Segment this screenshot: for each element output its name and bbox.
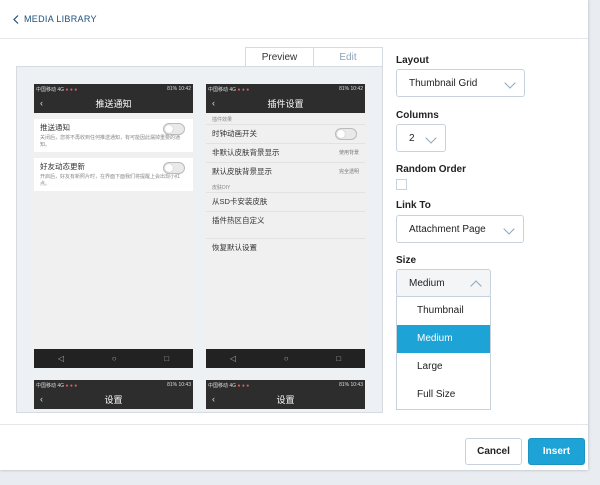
back-arrow-icon: ‹ (40, 98, 43, 108)
size-option-full-size[interactable]: Full Size (397, 381, 490, 409)
size-option-thumbnail[interactable]: Thumbnail (397, 297, 490, 325)
media-modal: MEDIA LIBRARY Preview Edit 中国移动 4G ● ● ●… (0, 0, 588, 470)
status-bar: 中国移动 4G ● ● ● 81% 10:43 (34, 380, 193, 390)
layout-label: Layout (396, 55, 429, 66)
size-option-large[interactable]: Large (397, 353, 490, 381)
gallery-image[interactable]: 中国移动 4G ● ● ● 81% 10:42 ‹ 推送通知 推送通知 关闭后，… (34, 84, 193, 368)
screen-title: 设置 (104, 395, 123, 405)
list-item: 从SD卡安装皮肤 (206, 192, 365, 211)
toggle-switch (163, 162, 185, 174)
gallery-image[interactable]: 中国移动 4G ● ● ● 81% 10:43 ‹ 设置 (34, 380, 193, 412)
chevron-up-icon (470, 280, 482, 292)
chevron-left-icon (13, 14, 19, 24)
modal-header: MEDIA LIBRARY (0, 0, 588, 39)
random-order-label: Random Order (396, 164, 467, 175)
link-to-select[interactable]: Attachment Page (396, 215, 524, 243)
back-arrow-icon: ‹ (40, 394, 43, 404)
columns-label: Columns (396, 110, 439, 121)
status-bar: 中国移动 4G ● ● ● 81% 10:43 (206, 380, 365, 390)
setting-row: 推送通知 关闭后，您将不再收到任何推送通知，有可能因此漏掉重要的通知。 (34, 119, 193, 152)
setting-row: 好友动态更新 开启后，好友有新照片时，在界面下面我们将提醒上会出现小红点。 (34, 158, 193, 191)
columns-value: 2 (409, 132, 415, 144)
link-to-value: Attachment Page (409, 223, 486, 235)
back-arrow-icon: ‹ (212, 98, 215, 108)
back-label: MEDIA LIBRARY (24, 14, 97, 24)
gallery-preview: 中国移动 4G ● ● ● 81% 10:42 ‹ 推送通知 推送通知 关闭后，… (16, 66, 383, 413)
screen-title-bar: ‹ 推送通知 (34, 94, 193, 113)
columns-select[interactable]: 2 (396, 124, 446, 152)
size-dropdown: Thumbnail Medium Large Full Size (396, 296, 491, 410)
status-bar: 中国移动 4G ● ● ● 81% 10:42 (206, 84, 365, 94)
list-item: 恢复默认设置 (206, 238, 365, 257)
back-to-media-library-link[interactable]: MEDIA LIBRARY (13, 14, 97, 24)
toggle-switch (335, 128, 357, 140)
screen-title: 插件设置 (267, 99, 304, 109)
screen-title-bar: ‹ 设置 (34, 390, 193, 409)
layout-value: Thumbnail Grid (409, 77, 478, 89)
screen-title-bar: ‹ 插件设置 (206, 94, 365, 113)
size-option-medium[interactable]: Medium (397, 325, 490, 353)
chevron-down-icon (425, 132, 437, 144)
size-value: Medium (409, 277, 445, 289)
tab-edit[interactable]: Edit (313, 47, 383, 67)
list-item: 非默认皮肤背景显示 使用背景 (206, 143, 365, 162)
chevron-down-icon (504, 77, 516, 89)
back-arrow-icon: ‹ (212, 394, 215, 404)
list-item: 插件热区自定义 (206, 211, 365, 230)
size-label: Size (396, 255, 417, 266)
section-header: 插件效果 (212, 117, 233, 123)
android-nav-bar: ◁ ○ □ (34, 349, 193, 368)
toggle-switch (163, 123, 185, 135)
android-nav-bar: ◁ ○ □ (206, 349, 365, 368)
size-select[interactable]: Medium (396, 269, 491, 297)
cancel-button[interactable]: Cancel (465, 438, 522, 465)
screen-title: 设置 (276, 395, 295, 405)
insert-button[interactable]: Insert (528, 438, 585, 465)
list-item: 默认皮肤背景显示 完全透明 (206, 162, 365, 181)
random-order-checkbox[interactable] (396, 179, 407, 190)
gallery-image[interactable]: 中国移动 4G ● ● ● 81% 10:42 ‹ 插件设置 插件效果 时钟动画… (206, 84, 365, 368)
link-to-label: Link To (396, 200, 431, 211)
preview-edit-tabs: Preview Edit (245, 47, 383, 67)
status-bar: 中国移动 4G ● ● ● 81% 10:42 (34, 84, 193, 94)
screen-title-bar: ‹ 设置 (206, 390, 365, 409)
list-item: 时钟动画开关 (206, 124, 365, 143)
tab-preview[interactable]: Preview (245, 47, 314, 67)
layout-select[interactable]: Thumbnail Grid (396, 69, 525, 97)
screen-title: 推送通知 (95, 99, 132, 109)
section-header: 皮肤DIY (212, 185, 231, 191)
gallery-image[interactable]: 中国移动 4G ● ● ● 81% 10:43 ‹ 设置 (206, 380, 365, 412)
chevron-down-icon (503, 223, 515, 235)
